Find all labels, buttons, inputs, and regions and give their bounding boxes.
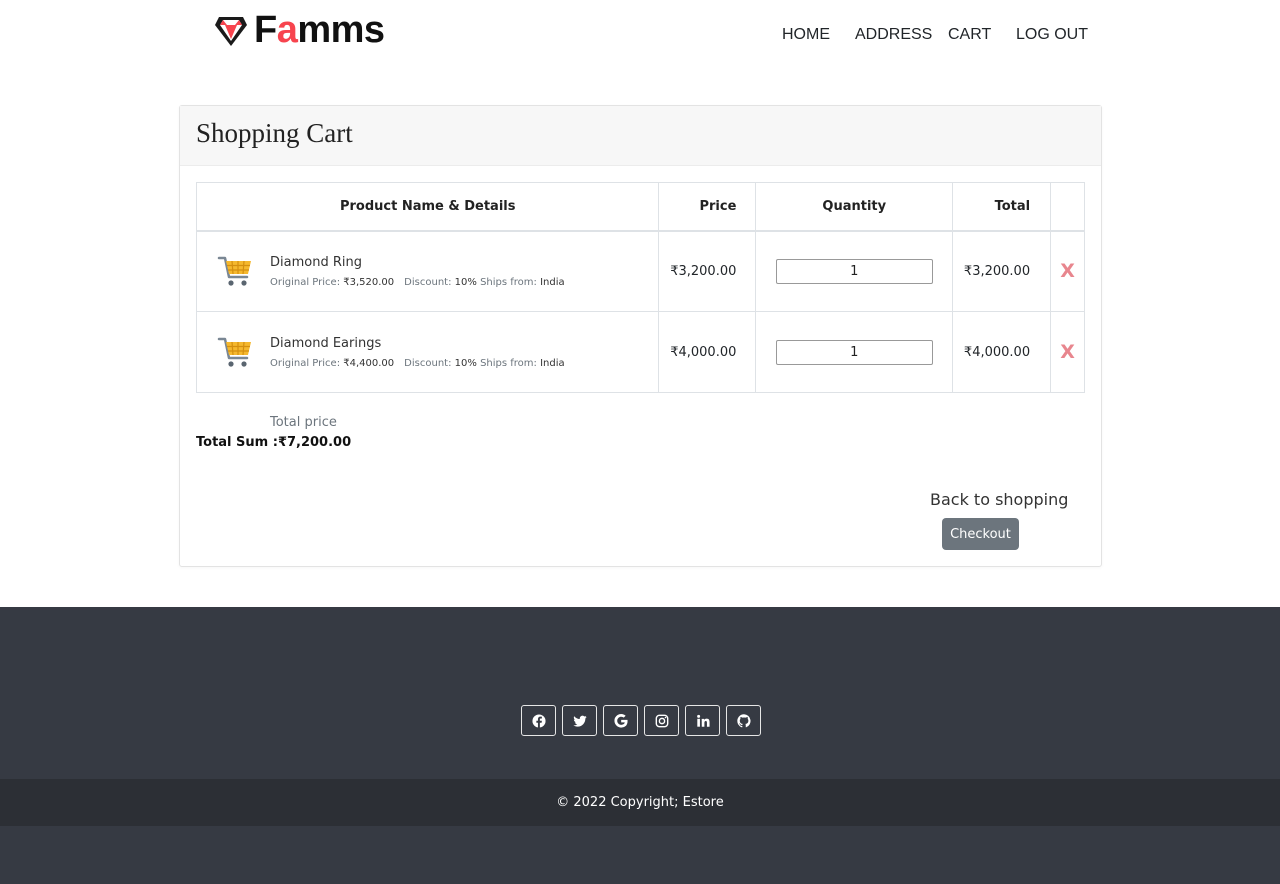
twitter-button[interactable] [562,705,597,736]
back-to-shopping-link[interactable]: Back to shopping [930,490,1068,509]
copyright-text: © 2022 Copyright; Estore [556,795,724,810]
header-total: Total [952,182,1052,232]
facebook-button[interactable] [521,705,556,736]
diamond-logo-icon [215,17,247,46]
header-remove [1050,182,1085,232]
nav-home[interactable]: HOME [782,26,830,44]
social-links [521,705,767,736]
product-meta: Original Price: ₹3,520.00 Discount: 10% S… [270,276,565,288]
item-total: ₹3,200.00 [952,230,1052,312]
quantity-input[interactable] [775,339,933,365]
twitter-icon [572,715,587,727]
product-info: Diamond Earings Original Price: ₹4,400.0… [270,336,565,369]
table-row: Diamond Earings Original Price: ₹4,400.0… [195,311,1085,393]
site-footer: © 2022 Copyright; Estore [0,607,1280,884]
product-meta: Original Price: ₹4,400.00 Discount: 10% S… [270,357,565,369]
shopping-cart-icon [217,257,251,286]
remove-item-button[interactable]: X [1060,341,1075,363]
item-price: ₹3,200.00 [658,230,757,312]
cart-card: Shopping Cart Product Name & Details Pri… [179,105,1102,567]
github-button[interactable] [726,705,761,736]
instagram-icon [655,714,668,727]
copyright-bar: © 2022 Copyright; Estore [0,779,1280,826]
remove-item-button[interactable]: X [1060,260,1075,282]
item-price: ₹4,000.00 [658,311,757,393]
header-product-name: Product Name & Details [195,182,660,232]
product-info: Diamond Ring Original Price: ₹3,520.00 Di… [270,255,565,288]
product-cell: Diamond Ring Original Price: ₹3,520.00 Di… [197,253,658,289]
nav-cart[interactable]: CART [948,26,991,44]
brand-name: Famms [254,9,385,51]
total-sum: Total Sum :₹7,200.00 [196,435,352,450]
nav-address[interactable]: ADDRESS [855,26,932,44]
brand-logo[interactable]: Famms [214,9,385,51]
linkedin-button[interactable] [685,705,720,736]
cart-table: Product Name & Details Price Quantity To… [195,182,1085,393]
table-header-row: Product Name & Details Price Quantity To… [195,182,1085,232]
header-price: Price [658,182,757,232]
header-quantity: Quantity [755,182,954,232]
instagram-button[interactable] [644,705,679,736]
total-price-label: Total price [270,415,337,430]
quantity-input[interactable] [775,258,933,284]
checkout-button[interactable]: Checkout [942,518,1019,550]
product-name[interactable]: Diamond Earings [270,336,565,351]
linkedin-icon [696,714,710,727]
shopping-cart-icon [217,337,251,367]
page: Famms HOME ADDRESS CART LOG OUT Shopping… [0,0,1280,884]
page-title: Shopping Cart [196,118,353,148]
table-row: Diamond Ring Original Price: ₹3,520.00 Di… [195,230,1085,312]
github-icon [736,713,751,727]
facebook-icon [531,713,546,728]
product-name[interactable]: Diamond Ring [270,255,565,270]
google-button[interactable] [603,705,638,736]
cart-card-header: Shopping Cart [180,106,1101,166]
item-total: ₹4,000.00 [952,311,1052,393]
google-icon [613,713,628,728]
product-cell: Diamond Earings Original Price: ₹4,400.0… [197,334,658,370]
site-header: Famms HOME ADDRESS CART LOG OUT [0,0,1280,66]
nav-logout[interactable]: LOG OUT [1016,26,1088,44]
